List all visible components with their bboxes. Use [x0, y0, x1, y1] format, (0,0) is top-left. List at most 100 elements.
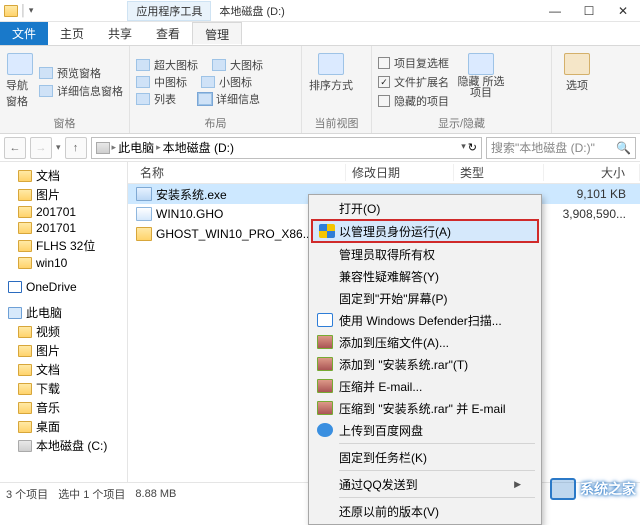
tab-file[interactable]: 文件 — [0, 22, 48, 45]
col-name[interactable]: 名称 — [128, 164, 346, 181]
nav-tree[interactable]: 文档 图片 201701 201701 FLHS 32位 win10 OneDr… — [0, 162, 128, 482]
chevron-down-icon[interactable]: ▾ — [29, 5, 34, 16]
sort-label: 排序方式 — [309, 77, 353, 93]
ctx-open[interactable]: 打开(O) — [311, 197, 539, 219]
check-itemcheckboxes[interactable]: 项目复选框 — [378, 55, 449, 71]
tree-onedrive[interactable]: OneDrive — [0, 279, 127, 295]
col-date[interactable]: 修改日期 — [346, 164, 454, 181]
hide-selected-button[interactable]: 隐藏 所选项目 — [455, 50, 507, 114]
tree-desktop[interactable]: 桌面 — [0, 417, 127, 436]
ctx-pin-start[interactable]: 固定到"开始"屏幕(P) — [311, 287, 539, 309]
dropdown-icon[interactable]: ▾ — [461, 141, 466, 154]
layout-xlarge[interactable]: 超大图标大图标 — [136, 57, 263, 73]
ctx-admin-own[interactable]: 管理员取得所有权 — [311, 243, 539, 265]
minimize-button[interactable]: — — [538, 0, 572, 22]
maximize-button[interactable]: ☐ — [572, 0, 606, 22]
ctx-email[interactable]: 压缩并 E-mail... — [311, 375, 539, 397]
address-bar[interactable]: ▸ 此电脑 ▸ 本地磁盘 (D:) ▾ ↻ — [91, 137, 482, 159]
search-input[interactable]: 搜索"本地磁盘 (D:)" 🔍 — [486, 137, 636, 159]
tree-music[interactable]: 音乐 — [0, 398, 127, 417]
tab-home[interactable]: 主页 — [48, 22, 96, 45]
col-type[interactable]: 类型 — [454, 164, 544, 181]
tree-downloads[interactable]: 下载 — [0, 379, 127, 398]
folder-icon — [4, 5, 18, 17]
breadcrumb-drive[interactable]: 本地磁盘 (D:) — [163, 139, 234, 156]
details-pane-icon — [39, 85, 53, 97]
drive-icon — [96, 142, 110, 154]
context-menu: 打开(O) 以管理员身份运行(A) 管理员取得所有权 兼容性疑难解答(Y) 固定… — [308, 194, 542, 525]
folder-icon — [18, 326, 32, 338]
rar-icon — [317, 401, 333, 415]
ribbon-context-tab: 应用程序工具 — [127, 1, 211, 21]
layout-medium[interactable]: 中图标小图标 — [136, 74, 263, 90]
group-label-showhide: 显示/隐藏 — [378, 114, 545, 133]
breadcrumb-pc[interactable]: 此电脑 — [118, 139, 154, 156]
nav-pane-button[interactable]: 导航窗格 — [6, 50, 33, 114]
refresh-button[interactable]: ↻ — [468, 141, 477, 154]
ctx-rar-email[interactable]: 压缩到 "安装系统.rar" 并 E-mail — [311, 397, 539, 419]
checkbox-icon — [378, 95, 390, 107]
address-bar-row: ← → ▾ ↑ ▸ 此电脑 ▸ 本地磁盘 (D:) ▾ ↻ 搜索"本地磁盘 (D… — [0, 134, 640, 162]
ctx-compat[interactable]: 兼容性疑难解答(Y) — [311, 265, 539, 287]
details-pane-button[interactable]: 详细信息窗格 — [39, 83, 123, 99]
nav-pane-icon — [7, 53, 33, 75]
tree-folder[interactable]: FLHS 32位 — [0, 236, 127, 255]
forward-button[interactable]: → — [30, 137, 52, 159]
col-size[interactable]: 大小 — [544, 164, 640, 181]
tree-documents[interactable]: 文档 — [0, 360, 127, 379]
column-headers[interactable]: 名称 修改日期 类型 大小 — [128, 162, 640, 184]
tab-share[interactable]: 共享 — [96, 22, 144, 45]
tree-documents[interactable]: 文档 — [0, 166, 127, 185]
ctx-defender[interactable]: 使用 Windows Defender扫描... — [311, 309, 539, 331]
tree-pictures[interactable]: 图片 — [0, 341, 127, 360]
quick-access-toolbar: │ ▾ — [0, 5, 37, 17]
check-hidden[interactable]: 隐藏的项目 — [378, 93, 449, 109]
close-button[interactable]: ✕ — [606, 0, 640, 22]
exe-icon — [136, 187, 152, 201]
sort-button[interactable]: 排序方式 — [308, 50, 354, 114]
tree-videos[interactable]: 视频 — [0, 322, 127, 341]
recent-dropdown[interactable]: ▾ — [56, 142, 61, 153]
small-icon — [201, 76, 215, 88]
menu-separator — [339, 497, 535, 498]
sort-icon — [318, 53, 344, 75]
search-icon: 🔍 — [616, 141, 631, 155]
layout-list[interactable]: 列表详细信息 — [136, 91, 263, 107]
status-size: 8.88 MB — [135, 488, 176, 500]
ctx-add-rar[interactable]: 添加到 "安装系统.rar"(T) — [311, 353, 539, 375]
group-label-panes: 窗格 — [6, 114, 123, 133]
details-icon — [198, 93, 212, 105]
large-icon — [212, 59, 226, 71]
ctx-baidu[interactable]: 上传到百度网盘 — [311, 419, 539, 441]
folder-icon — [18, 383, 32, 395]
checkbox-icon: ✓ — [378, 76, 390, 88]
menu-separator — [339, 470, 535, 471]
chevron-right-icon[interactable]: ▸ — [156, 142, 161, 153]
ctx-pin-taskbar[interactable]: 固定到任务栏(K) — [311, 446, 539, 468]
ctx-add-archive[interactable]: 添加到压缩文件(A)... — [311, 331, 539, 353]
rar-icon — [317, 379, 333, 393]
ctx-qq-send[interactable]: 通过QQ发送到▶ — [311, 473, 539, 495]
tree-folder[interactable]: win10 — [0, 255, 127, 271]
folder-icon — [18, 421, 32, 433]
back-button[interactable]: ← — [4, 137, 26, 159]
folder-icon — [18, 345, 32, 357]
tree-pictures[interactable]: 图片 — [0, 185, 127, 204]
ctx-previous-versions[interactable]: 还原以前的版本(V) — [311, 500, 539, 522]
options-button[interactable]: 选项 — [558, 50, 596, 118]
cloud-icon — [317, 423, 333, 437]
up-button[interactable]: ↑ — [65, 137, 87, 159]
ctx-run-as-admin[interactable]: 以管理员身份运行(A) — [311, 219, 539, 243]
gho-icon — [136, 207, 152, 221]
ribbon-tabs: 文件 主页 共享 查看 管理 — [0, 22, 640, 46]
check-extensions[interactable]: ✓文件扩展名 — [378, 74, 449, 90]
tab-view[interactable]: 查看 — [144, 22, 192, 45]
group-label-currentview: 当前视图 — [308, 114, 365, 133]
tab-manage[interactable]: 管理 — [192, 22, 242, 45]
preview-pane-button[interactable]: 预览窗格 — [39, 65, 123, 81]
chevron-right-icon[interactable]: ▸ — [112, 142, 117, 153]
tree-thispc[interactable]: 此电脑 — [0, 303, 127, 322]
tree-folder[interactable]: 201701 — [0, 220, 127, 236]
tree-folder[interactable]: 201701 — [0, 204, 127, 220]
tree-cdrive[interactable]: 本地磁盘 (C:) — [0, 436, 127, 455]
